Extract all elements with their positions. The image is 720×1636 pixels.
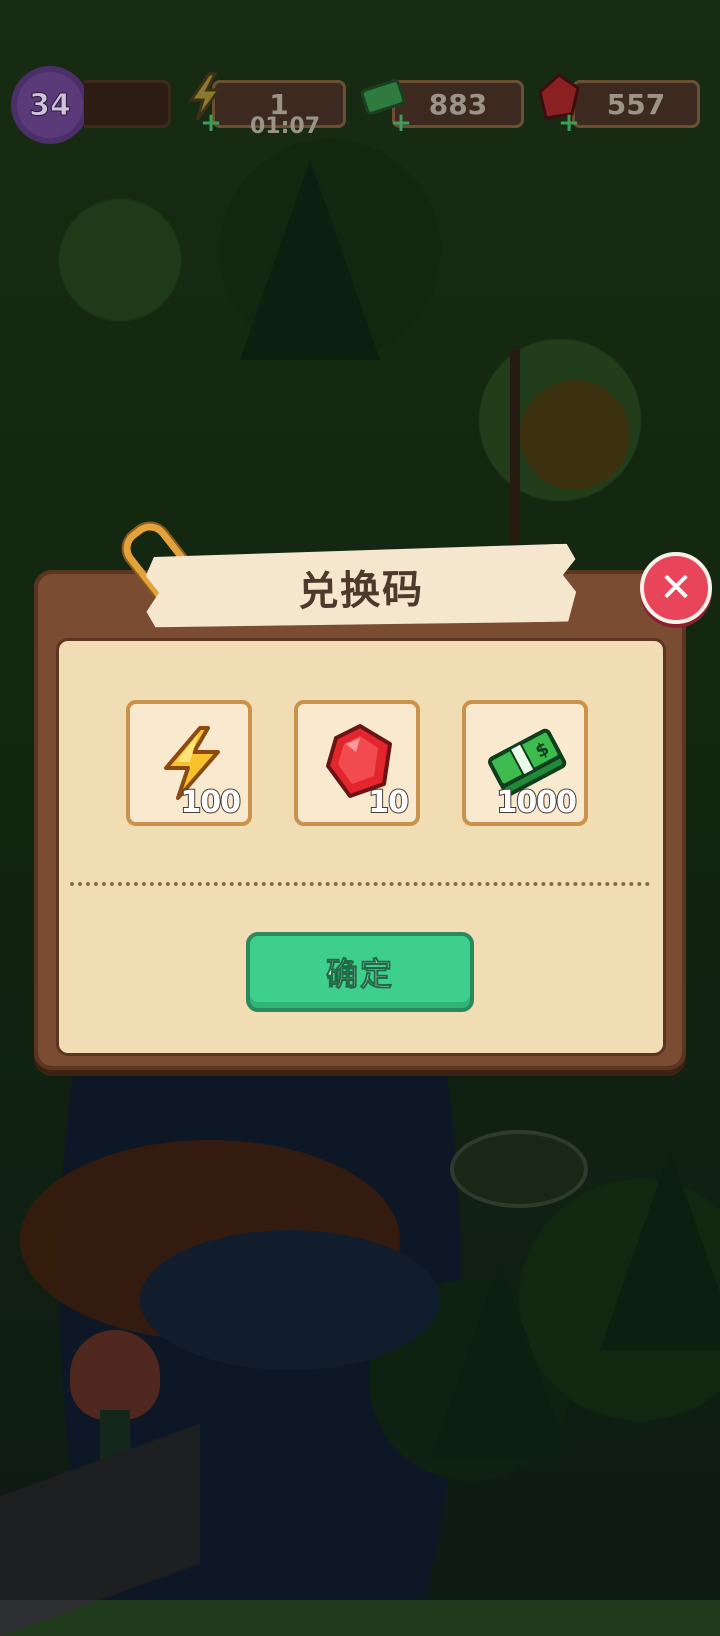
level-number: 34 — [29, 87, 72, 123]
gem-counter: 557 — [572, 80, 700, 128]
xp-bar — [84, 80, 171, 128]
add-energy-button[interactable]: + — [200, 110, 222, 136]
energy-timer: 01:07 — [250, 114, 321, 139]
close-icon: ✕ — [659, 565, 693, 611]
reward-item-gems: 10 — [294, 700, 420, 826]
add-cash-button[interactable]: + — [390, 110, 412, 136]
dialog-title: 兑换码 — [297, 566, 425, 616]
reward-item-cash: $ 1000 — [462, 700, 588, 826]
cash-value: 883 — [428, 87, 488, 121]
close-button[interactable]: ✕ — [640, 552, 712, 624]
reward-amount: 1000 — [496, 784, 578, 821]
add-gems-button[interactable]: + — [558, 110, 580, 136]
top-hud: 34 1 + 01:07 883 + 557 + — [0, 60, 720, 140]
reward-amount: 10 — [367, 784, 410, 821]
dotted-divider — [70, 882, 650, 886]
dialog-title-banner: 兑换码 — [145, 544, 577, 631]
confirm-label: 确定 — [325, 955, 394, 994]
confirm-button[interactable]: 确定 — [246, 932, 474, 1012]
level-badge[interactable]: 34 — [12, 70, 88, 140]
reward-item-energy: 100 — [126, 700, 252, 826]
reward-amount: 100 — [179, 784, 242, 821]
gem-value: 557 — [606, 87, 666, 121]
